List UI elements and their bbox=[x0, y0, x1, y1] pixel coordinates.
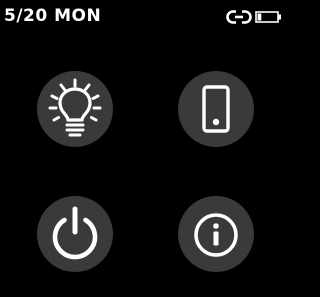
date-label: 5/20 MON bbox=[4, 6, 102, 26]
power-button[interactable] bbox=[37, 196, 113, 272]
watch-screen: 5/20 MON bbox=[0, 0, 292, 297]
battery-fill bbox=[257, 13, 262, 21]
battery-icon bbox=[255, 11, 281, 23]
device-button[interactable] bbox=[178, 71, 254, 147]
link-icon bbox=[226, 10, 252, 24]
info-button[interactable] bbox=[178, 196, 254, 272]
status-bar: 5/20 MON bbox=[0, 0, 292, 30]
light-button[interactable] bbox=[37, 71, 113, 147]
